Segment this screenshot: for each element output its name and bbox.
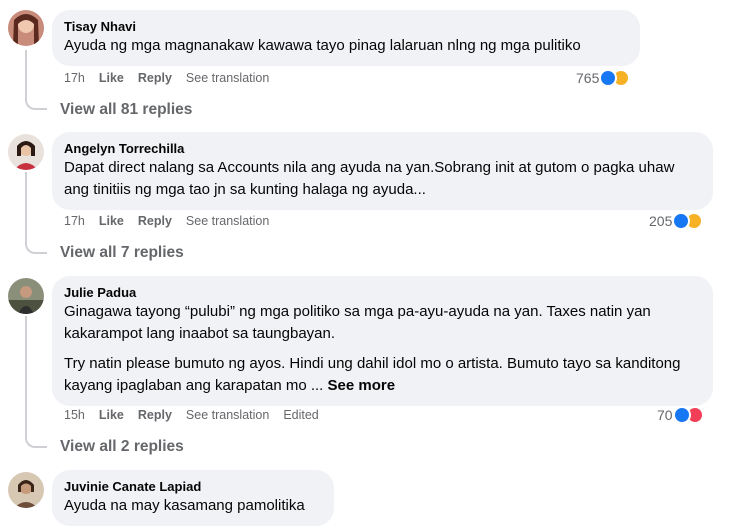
reaction-summary[interactable]: 70 [657, 406, 704, 424]
like-icon [672, 406, 691, 424]
comment-bubble: Angelyn Torrechilla Dapat direct nalang … [52, 132, 713, 210]
comment-text: Ginagawa tayong “pulubi” ng mga politiko… [64, 303, 651, 342]
reaction-summary[interactable]: 765 [576, 69, 631, 87]
reaction-count: 765 [576, 70, 600, 86]
comment-text: Ayuda na may kasamang pamolitika [64, 497, 305, 514]
view-replies-link[interactable]: View all 7 replies [60, 244, 184, 262]
avatar[interactable] [8, 10, 44, 46]
comment-text-continued: Try natin please bumuto ng ayos. Hindi u… [64, 353, 701, 397]
avatar[interactable] [8, 278, 44, 314]
comment-time[interactable]: 17h [64, 214, 85, 228]
edited-label: Edited [283, 408, 319, 422]
reply-button[interactable]: Reply [138, 71, 172, 85]
view-replies-link[interactable]: View all 81 replies [60, 101, 192, 119]
view-replies-link[interactable]: View all 2 replies [60, 438, 184, 456]
see-more-link[interactable]: See more [328, 377, 396, 394]
comment-author[interactable]: Angelyn Torrechilla [64, 140, 701, 157]
reaction-count: 205 [649, 213, 673, 229]
see-translation-button[interactable]: See translation [186, 214, 269, 228]
like-button[interactable]: Like [99, 71, 124, 85]
comment-bubble: Juvinie Canate Lapiad Ayuda na may kasam… [52, 470, 334, 526]
thread-line [25, 50, 47, 110]
reply-button[interactable]: Reply [138, 408, 172, 422]
comment-bubble: Julie Padua Ginagawa tayong “pulubi” ng … [52, 276, 713, 406]
like-button[interactable]: Like [99, 214, 124, 228]
comment-time[interactable]: 17h [64, 71, 85, 85]
comment-actions: 17h Like Reply See translation [64, 71, 269, 85]
comment-author[interactable]: Juvinie Canate Lapiad [64, 478, 322, 495]
thread-line [25, 172, 47, 254]
comment-author[interactable]: Julie Padua [64, 284, 701, 301]
reaction-count: 70 [657, 407, 673, 423]
see-translation-button[interactable]: See translation [186, 408, 269, 422]
comment-time[interactable]: 15h [64, 408, 85, 422]
comment-bubble: Tisay Nhavi Ayuda ng mga magnanakaw kawa… [52, 10, 640, 66]
comment-author[interactable]: Tisay Nhavi [64, 18, 628, 35]
avatar[interactable] [8, 472, 44, 508]
comment-text: Dapat direct nalang sa Accounts nila ang… [64, 159, 675, 198]
comment-actions: 15h Like Reply See translation Edited [64, 408, 319, 422]
thread-line [25, 316, 47, 448]
reply-button[interactable]: Reply [138, 214, 172, 228]
comment-actions: 17h Like Reply See translation [64, 214, 269, 228]
avatar[interactable] [8, 134, 44, 170]
comment-text: Ayuda ng mga magnanakaw kawawa tayo pina… [64, 37, 581, 54]
like-button[interactable]: Like [99, 408, 124, 422]
reaction-summary[interactable]: 205 [649, 212, 704, 230]
see-translation-button[interactable]: See translation [186, 71, 269, 85]
